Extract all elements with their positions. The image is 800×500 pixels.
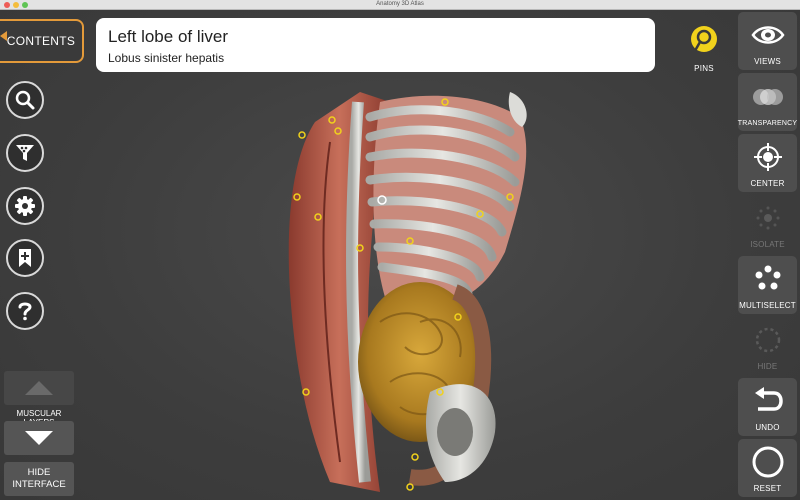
filter-icon [16, 145, 34, 161]
bookmark-add-icon [19, 249, 31, 267]
reset-icon [752, 446, 783, 477]
ribcage [365, 92, 527, 312]
gear-icon [15, 196, 35, 216]
undo-icon [754, 386, 783, 411]
layer-down-button[interactable] [4, 421, 74, 455]
views-button[interactable]: VIEWS [738, 12, 797, 70]
multiselect-icon [755, 265, 780, 289]
search-icon [15, 90, 35, 110]
reset-button[interactable]: RESET [738, 439, 797, 497]
pins-label: PINS [694, 64, 714, 73]
hide-interface-label-line1: HIDE [27, 467, 51, 478]
window-title: Anatomy 3D Atlas [376, 1, 424, 7]
undo-label: UNDO [755, 423, 780, 432]
anatomy-model[interactable] [270, 62, 560, 500]
bookmark-button[interactable] [6, 239, 44, 277]
hide-interface-label-line2: INTERFACE [12, 479, 66, 490]
structure-latin-name: Lobus sinister hepatis [108, 51, 225, 65]
hide-interface-button[interactable]: HIDE INTERFACE [4, 462, 74, 496]
isolate-label: ISOLATE [750, 240, 785, 249]
hide-button[interactable]: HIDE [738, 317, 797, 375]
help-icon [18, 302, 32, 321]
isolate-button[interactable]: ISOLATE [738, 195, 797, 253]
center-button[interactable]: CENTER [738, 134, 797, 192]
pin-icon [691, 26, 717, 52]
transparency-icon [752, 88, 783, 105]
crosshair-icon [753, 142, 782, 171]
contents-label: CONTENTS [6, 34, 76, 48]
hide-icon [755, 327, 780, 352]
center-label: CENTER [750, 179, 785, 188]
window-titlebar: Anatomy 3D Atlas [0, 0, 800, 10]
settings-button[interactable] [6, 187, 44, 225]
search-button[interactable] [6, 81, 44, 119]
transparency-button[interactable]: TRANSPARENCY [738, 73, 797, 131]
pelvis [425, 384, 496, 482]
reset-label: RESET [753, 484, 782, 493]
structure-name: Left lobe of liver [108, 27, 229, 46]
contents-button[interactable]: CONTENTS [0, 19, 84, 63]
hide-label: HIDE [757, 362, 778, 371]
help-button[interactable] [6, 292, 44, 330]
filter-button[interactable] [6, 134, 44, 172]
layer-up-button[interactable] [4, 371, 74, 405]
pins-button[interactable]: PINS [687, 25, 721, 73]
triangle-up-icon [25, 381, 53, 395]
multiselect-button[interactable]: MULTISELECT [738, 256, 797, 314]
structure-info-card[interactable]: Left lobe of liver Lobus sinister hepati… [96, 18, 655, 72]
views-label: VIEWS [754, 57, 781, 66]
back-arrow-icon [0, 31, 7, 41]
undo-button[interactable]: UNDO [738, 378, 797, 436]
eye-icon [750, 25, 785, 44]
triangle-down-icon [25, 431, 53, 445]
multiselect-label: MULTISELECT [739, 301, 796, 310]
transparency-label: TRANSPARENCY [737, 120, 798, 127]
isolate-icon [756, 206, 779, 229]
